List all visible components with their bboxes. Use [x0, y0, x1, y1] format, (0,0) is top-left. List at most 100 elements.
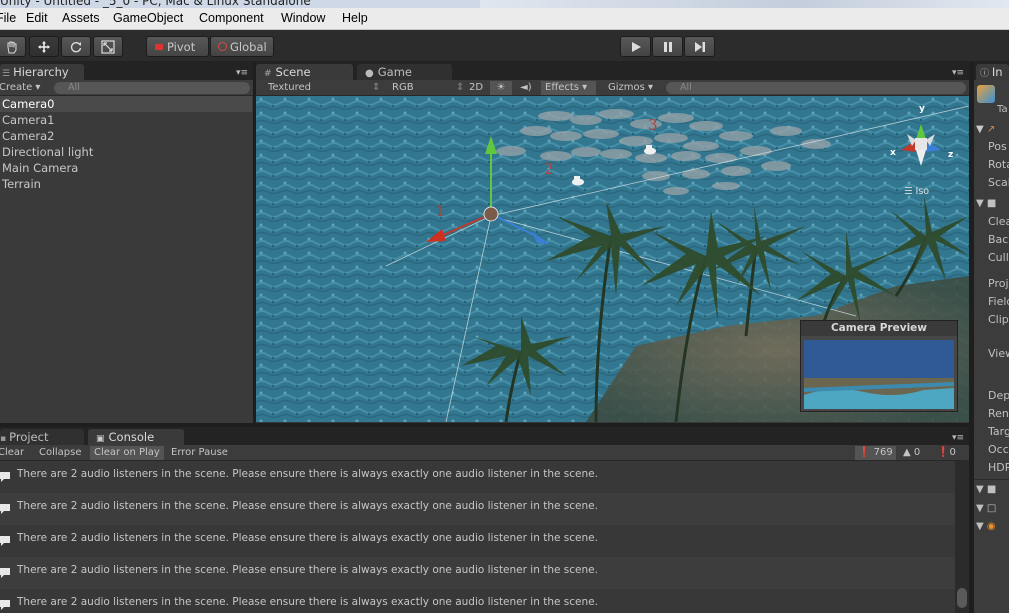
audio-listener-icon: ◉ — [986, 521, 996, 532]
camera-preview-image — [804, 340, 954, 409]
tab-project[interactable]: ▪ Project — [0, 429, 84, 445]
console-entry[interactable]: There are 2 audio listeners in the scene… — [0, 525, 955, 557]
hierarchy-item-camera0[interactable]: Camera0 — [2, 96, 54, 112]
speaker-icon: ◄) — [520, 82, 532, 93]
pause-button[interactable] — [652, 36, 683, 57]
hierarchy-toolbar: Create ▾ All — [0, 80, 253, 96]
inspector-hdr-label: HDR — [988, 461, 1009, 474]
console-icon: ▣ — [96, 434, 105, 444]
pause-icon — [663, 41, 672, 52]
camera-preview-title: Camera Preview — [801, 321, 957, 336]
console-message: There are 2 audio listeners in the scene… — [17, 500, 598, 512]
effects-label: Effects — [545, 82, 579, 93]
hierarchy-item-directional-light[interactable]: Directional light — [2, 144, 93, 160]
info-bubble-icon: ❗ — [858, 447, 874, 458]
warning-icon: ▲ — [903, 447, 914, 458]
camera-preview-window: Camera Preview — [800, 320, 958, 412]
tab-hierarchy[interactable]: ☰ Hierarchy — [0, 64, 84, 80]
pivot-toggle-button[interactable]: Pivot — [146, 36, 209, 57]
rotate-tool-button[interactable] — [61, 36, 91, 57]
render-mode-dropdown[interactable]: RGB — [392, 81, 414, 95]
camera-component-foldout-icon[interactable]: ▼ ■ — [976, 198, 996, 209]
menu-file[interactable]: File — [0, 11, 16, 25]
console-panel-menu-icon[interactable]: ▾≡ — [952, 433, 964, 443]
game-controller-icon: ● — [365, 68, 374, 79]
audio-toggle-button[interactable]: ◄) — [520, 81, 532, 95]
tab-console[interactable]: ▣ Console — [88, 429, 184, 445]
scene-search-input[interactable]: All — [666, 82, 966, 94]
tab-inspector[interactable]: ⓘ In — [976, 64, 1009, 80]
info-count: 769 — [873, 447, 893, 458]
main-toolbar: Pivot Global — [0, 30, 1009, 62]
menu-window[interactable]: Window — [281, 11, 325, 25]
hierarchy-item-camera1[interactable]: Camera1 — [2, 112, 54, 128]
console-message: There are 2 audio listeners in the scene… — [17, 596, 598, 608]
folder-icon: ▪ — [0, 434, 7, 444]
menu-assets[interactable]: Assets — [62, 11, 100, 25]
hierarchy-item-camera2[interactable]: Camera2 — [2, 128, 54, 144]
console-clear-on-play-toggle[interactable]: Clear on Play — [90, 446, 164, 460]
error-icon: ❗ — [937, 447, 950, 458]
info-icon: ⓘ — [980, 69, 992, 79]
panel-menu-icon[interactable]: ▾≡ — [236, 68, 248, 78]
gizmo-z-label: z — [948, 150, 954, 160]
projection-label: Iso — [915, 186, 930, 197]
inspector-depth-label: Dep — [988, 389, 1009, 402]
gizmo-x-label: x — [890, 148, 896, 158]
inspector-position-label: Pos — [988, 140, 1007, 153]
error-count-toggle[interactable]: ❗0 — [937, 446, 956, 460]
hierarchy-item-terrain[interactable]: Terrain — [2, 176, 41, 192]
console-entry[interactable]: There are 2 audio listeners in the scene… — [0, 461, 955, 493]
projection-toggle[interactable]: ☰ Iso — [904, 186, 929, 197]
global-label: Global — [230, 39, 267, 54]
menu-component[interactable]: Component — [199, 11, 264, 25]
inspector-target-label: Targ — [988, 425, 1009, 438]
hand-tool-button[interactable] — [0, 36, 26, 57]
tab-console-label: Console — [108, 430, 155, 444]
menu-edit[interactable]: Edit — [26, 11, 48, 25]
move-tool-button[interactable] — [29, 36, 59, 57]
scene-panel-menu-icon[interactable]: ▾≡ — [952, 68, 964, 78]
console-error-pause-toggle[interactable]: Error Pause — [171, 446, 228, 460]
lighting-toggle-button[interactable]: ☀ — [490, 81, 512, 95]
hierarchy-search-input[interactable]: All — [54, 82, 250, 94]
tab-scene[interactable]: # Scene — [256, 64, 353, 80]
gizmos-dropdown[interactable]: Gizmos ▾ — [608, 81, 653, 95]
menu-gameobject[interactable]: GameObject — [113, 11, 183, 25]
console-clear-button[interactable]: Clear — [0, 446, 24, 460]
console-entry[interactable]: There are 2 audio listeners in the scene… — [0, 493, 955, 525]
console-scrollbar[interactable] — [955, 461, 969, 613]
console-entry[interactable]: There are 2 audio listeners in the scene… — [0, 557, 955, 589]
scale-tool-button[interactable] — [93, 36, 123, 57]
render-dropdown-arrow-icon: ⇕ — [456, 82, 465, 93]
error-count: 0 — [949, 447, 956, 458]
inspector-separator — [974, 479, 1009, 480]
warning-count-toggle[interactable]: ▲ 0 — [903, 446, 920, 460]
step-button[interactable] — [684, 36, 715, 57]
scene-label-2: 2 — [544, 160, 554, 178]
2d-toggle-button[interactable]: 2D — [469, 81, 483, 95]
play-button[interactable] — [620, 36, 651, 57]
global-toggle-button[interactable]: Global — [210, 36, 274, 57]
shading-mode-dropdown[interactable]: Textured — [268, 81, 311, 95]
inspector-scale-label: Scal — [988, 176, 1009, 189]
component-foldout-icon-3[interactable]: ▼ ◉ — [976, 521, 996, 532]
component-foldout-icon-2[interactable]: ▼ □ — [976, 503, 996, 514]
2d-label: 2D — [469, 82, 484, 93]
console-entry[interactable]: There are 2 audio listeners in the scene… — [0, 589, 955, 613]
hierarchy-item-main-camera[interactable]: Main Camera — [2, 160, 78, 176]
transform-foldout-icon[interactable]: ▼ ↗ — [976, 124, 995, 135]
speech-bubble-icon — [0, 600, 10, 610]
console-scrollbar-thumb[interactable] — [957, 588, 967, 608]
console-toolbar: Clear Collapse Clear on Play Error Pause… — [0, 445, 969, 461]
speech-bubble-icon — [0, 504, 10, 514]
info-count-toggle[interactable]: ❗ 769 — [855, 446, 896, 460]
transform-icon: ↗ — [986, 124, 996, 135]
console-collapse-button[interactable]: Collapse — [39, 446, 82, 460]
effects-dropdown[interactable]: Effects ▾ — [541, 81, 596, 95]
menu-help[interactable]: Help — [342, 11, 368, 25]
component-foldout-icon-1[interactable]: ▼ ■ — [976, 484, 996, 495]
tab-game[interactable]: ● Game — [357, 64, 452, 80]
create-dropdown[interactable]: Create ▾ — [0, 81, 40, 95]
window-title: Unity - Untitled - _5_0 - PC, Mac & Linu… — [0, 0, 311, 8]
